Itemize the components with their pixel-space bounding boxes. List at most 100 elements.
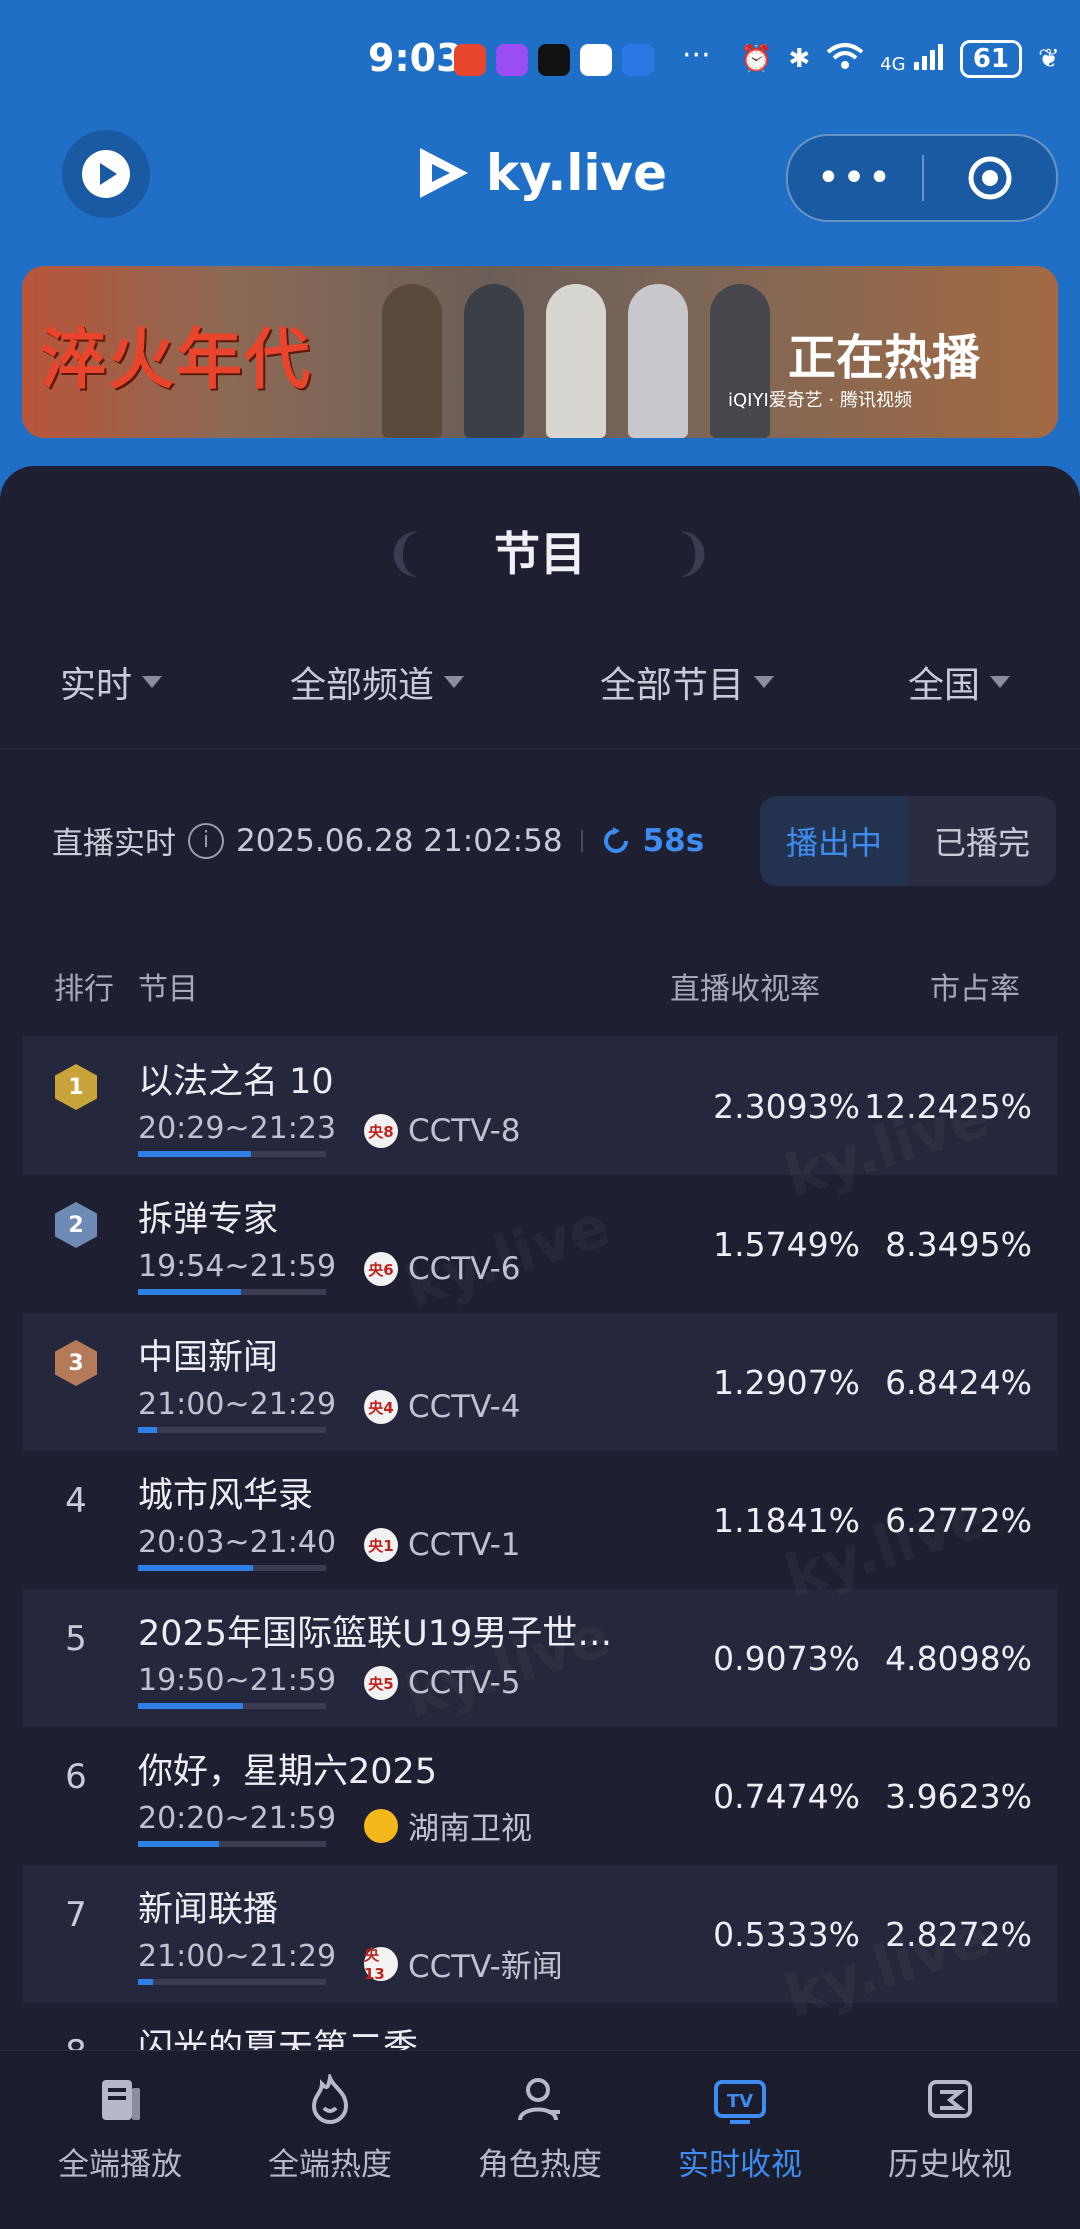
app-header: ky.live ••• [0, 130, 1080, 230]
close-miniapp-icon[interactable] [924, 154, 1056, 202]
filter-program-label: 全部节目 [600, 665, 745, 706]
share-value: 3.9623% [885, 1777, 1032, 1816]
rank-cell: 3 [52, 1339, 100, 1387]
refresh-countdown: 58s [642, 822, 705, 859]
caret-down-icon [990, 676, 1011, 688]
table-row[interactable]: 6 你好，星期六2025 20:20~21:59 湖南卫视 0.7474% 3.9623% [22, 1727, 1058, 1865]
cast-figure [464, 284, 524, 438]
cast-figure [710, 284, 770, 438]
rating-value: 0.5333% [713, 1915, 860, 1954]
airing-progress-bar [138, 1979, 326, 1985]
more-icon[interactable]: ••• [788, 155, 922, 201]
tab-flame[interactable]: 全端热度 [230, 2071, 430, 2184]
share-value: 8.3495% [885, 1225, 1032, 1264]
tab-label: 全端播放 [58, 2147, 182, 2183]
brand-logo-icon [420, 148, 468, 198]
caret-down-icon [754, 676, 775, 688]
info-icon[interactable]: i [188, 822, 224, 859]
tab-finished[interactable]: 已播完 [908, 796, 1056, 886]
airing-progress-fill [138, 1289, 242, 1295]
table-header: 排行 节目 直播收视率 市占率 [22, 932, 1058, 1037]
tab-airing[interactable]: 播出中 [760, 796, 908, 886]
airing-progress-fill [138, 1151, 251, 1157]
filter-time[interactable]: 实时 [60, 656, 163, 708]
bottom-tab-bar: 全端播放 全端热度 角色热度 TV 实时收视 历史收视 [0, 2050, 1080, 2229]
rank-cell: 5 [65, 1619, 87, 1659]
person-icon [511, 2071, 569, 2129]
airing-progress-fill [138, 1841, 219, 1847]
airing-progress-bar [138, 1565, 326, 1571]
filter-time-label: 实时 [60, 665, 133, 706]
tab-book[interactable]: 全端播放 [20, 2071, 220, 2184]
svg-text:TV: TV [727, 2091, 753, 2112]
live-status: 直播实时 i 2025.06.28 21:02:58 58s [52, 818, 704, 863]
channel-logo-icon: 央4 [364, 1390, 398, 1424]
tab-label: 历史收视 [888, 2147, 1012, 2183]
refresh-icon[interactable] [601, 826, 631, 856]
rank-cell: 2 [52, 1201, 100, 1249]
home-logo-button[interactable] [62, 130, 150, 218]
airing-progress-bar [138, 1703, 326, 1709]
table-row[interactable]: 3 中国新闻 21:00~21:29 央4 CCTV-4 1.2907% 6.8424% [22, 1313, 1058, 1451]
filter-region[interactable]: 全国 [908, 656, 1011, 708]
cast-figure [382, 284, 442, 438]
channel-logo-icon: 央13 [364, 1946, 398, 1983]
header-rank: 排行 [54, 972, 114, 1007]
program-timeslot: 20:29~21:23 [138, 1111, 337, 1146]
ratings-table: 排行 节目 直播收视率 市占率 1 以法之名 10 20:29~21:23 央8 CCT… [22, 932, 1058, 2141]
program-timeslot: 21:00~21:29 [138, 1387, 337, 1422]
notification-icons [454, 44, 654, 76]
filter-bar: 实时 全部频道 全部节目 全国 [0, 656, 1080, 716]
more-notifications-icon: ··· [682, 38, 711, 73]
channel-logo-icon: 央8 [364, 1114, 398, 1148]
bluetooth-icon: ✱ [788, 44, 811, 74]
separator [580, 829, 583, 852]
app-notification-icon [580, 44, 612, 76]
ratings-panel: ❨ 节目 ❩ 实时 全部频道 全部节目 全国 直播实时 i 2025.06.28… [0, 466, 1080, 2228]
cast-figure [546, 284, 606, 438]
filter-channel[interactable]: 全部频道 [290, 656, 465, 708]
battery-indicator: 61 [959, 40, 1023, 78]
header-rating: 直播收视率 [670, 972, 820, 1007]
banner-cast-image [382, 284, 770, 438]
filter-channel-label: 全部频道 [290, 665, 435, 706]
signal-icon: 4G [880, 42, 944, 77]
airing-progress-bar [138, 1427, 326, 1433]
banner-title: 淬火年代 [40, 321, 312, 398]
network-type: 4G [880, 53, 906, 75]
airing-progress-fill [138, 1979, 154, 1985]
promo-banner[interactable]: 淬火年代 正在热播 iQIYI爱奇艺 · 腾讯视频 [22, 266, 1058, 438]
caret-down-icon [444, 676, 465, 688]
airing-progress-bar [138, 1841, 326, 1847]
live-datetime: 2025.06.28 21:02:58 [236, 822, 563, 859]
rating-value: 1.1841% [713, 1501, 860, 1540]
banner-tagline: 正在热播 [788, 330, 981, 386]
laurel-right-icon: ❩ [672, 524, 714, 582]
app-notification-icon [496, 44, 528, 76]
program-timeslot: 21:00~21:29 [138, 1939, 337, 1974]
tab-person[interactable]: 角色热度 [440, 2071, 640, 2184]
program-timeslot: 20:20~21:59 [138, 1801, 337, 1836]
caret-down-icon [142, 676, 163, 688]
rank-cell: 4 [65, 1481, 87, 1521]
live-label: 直播实时 [52, 826, 176, 862]
filter-region-label: 全国 [908, 665, 981, 706]
tab-history[interactable]: 历史收视 [850, 2071, 1050, 2184]
app-notification-icon [454, 44, 486, 76]
tiktok-icon [538, 44, 570, 76]
tab-tv[interactable]: TV 实时收视 [640, 2071, 840, 2184]
history-icon [921, 2071, 979, 2129]
airing-progress-bar [138, 1151, 326, 1157]
cast-figure [628, 284, 688, 438]
tab-label: 实时收视 [678, 2147, 802, 2183]
flame-icon [301, 2071, 359, 2129]
program-timeslot: 20:03~21:40 [138, 1525, 337, 1560]
share-value: 6.8424% [885, 1363, 1032, 1402]
miniapp-capsule: ••• [786, 134, 1058, 222]
leaf-icon: ❦ [1038, 44, 1060, 74]
rank-cell: 1 [52, 1063, 100, 1111]
filter-program[interactable]: 全部节目 [600, 656, 775, 708]
channel-logo-icon: 央5 [364, 1666, 398, 1700]
app-notification-icon [622, 44, 654, 76]
channel-logo-icon: 央6 [364, 1252, 398, 1286]
